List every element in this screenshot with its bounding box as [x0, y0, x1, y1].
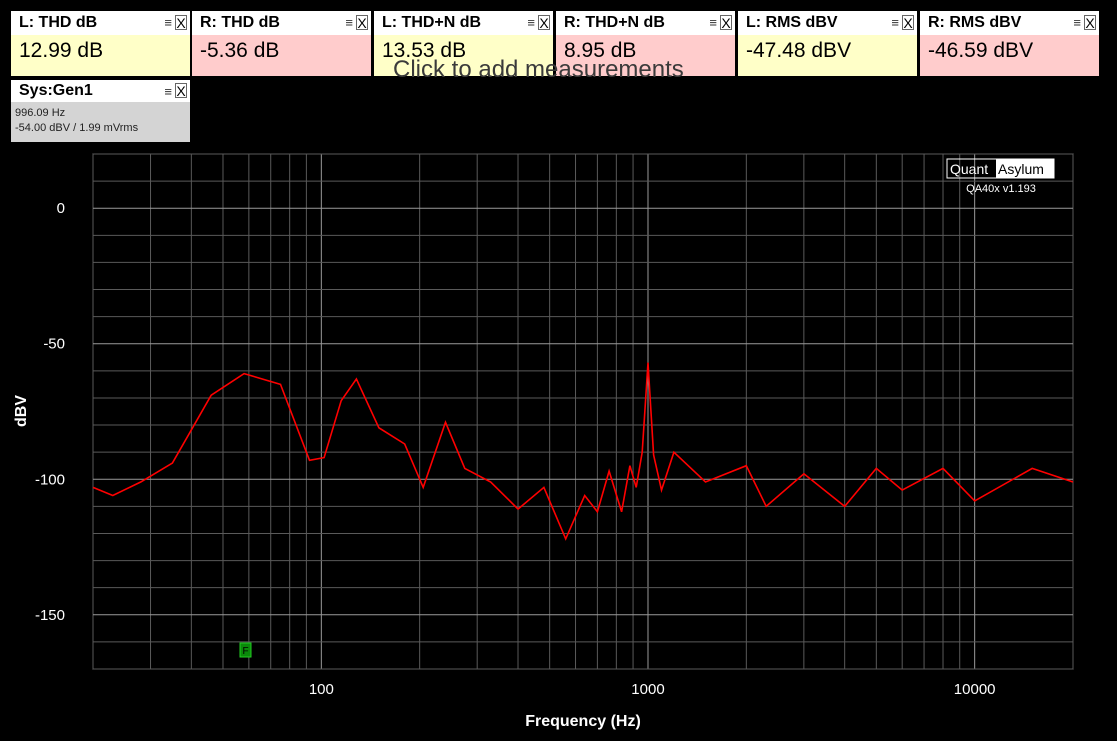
- plot-frame: [92, 153, 1074, 670]
- y-axis-label: dBV: [13, 395, 30, 427]
- y-tick-label: -50: [43, 336, 65, 353]
- chart-grid: [92, 153, 1074, 670]
- y-tick-label: 0: [57, 200, 65, 217]
- frequency-marker[interactable]: F: [239, 642, 252, 658]
- spectrum-chart[interactable]: 100 1000 100000-50-100-150 Frequency (Hz) …: [0, 0, 1117, 741]
- y-tick-label: -150: [35, 607, 65, 624]
- x-axis-label: Frequency (Hz): [525, 713, 641, 730]
- x-tick-label: 100: [309, 681, 334, 698]
- y-tick-label: -100: [35, 471, 65, 488]
- x-tick-label: 1000: [631, 681, 664, 698]
- marker-label: F: [242, 646, 248, 657]
- x-tick-label: 10000: [954, 681, 996, 698]
- chart-ticks: 100 1000 10000 0 -50 -100 -150: [35, 200, 996, 698]
- version-label: QA40x v1.193: [966, 183, 1036, 195]
- spectrum-series-line: [92, 362, 1074, 541]
- logo-asylum: Asylum: [998, 161, 1044, 177]
- quantasylum-logo: Quant Asylum QA40x v1.193: [946, 158, 1055, 195]
- chart-plot: [92, 362, 1074, 541]
- logo-quant: Quant: [950, 161, 988, 177]
